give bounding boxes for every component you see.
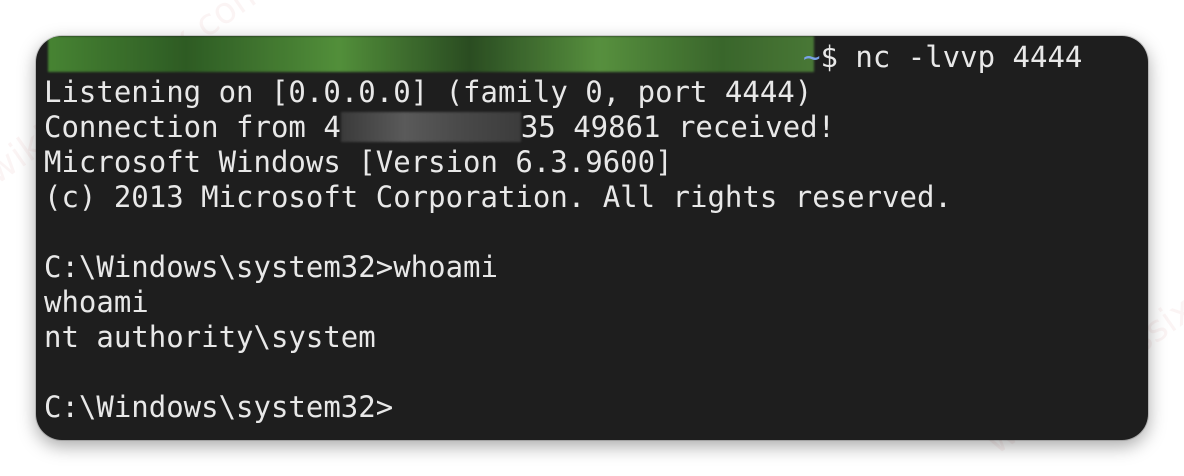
terminal-current-prompt[interactable]: C:\Windows\system32> xyxy=(44,390,393,425)
terminal-output-line: nt authority\system xyxy=(44,320,376,354)
terminal-output-line: Listening on [0.0.0.0] (family 0, port 4… xyxy=(44,75,813,109)
redacted-prompt xyxy=(48,36,814,72)
terminal-output-line: Connection from 4 35 49861 received! xyxy=(44,110,835,145)
redacted-ip xyxy=(340,112,521,142)
prompt-command: $ nc -lvvp 4444 xyxy=(820,40,1083,74)
terminal-output-line: Microsoft Windows [Version 6.3.9600] xyxy=(44,145,673,179)
terminal-prompt-line: ~$ nc -lvvp 4444 xyxy=(803,40,1082,75)
terminal-command-line: C:\Windows\system32>whoami xyxy=(44,250,498,284)
prompt-path: ~ xyxy=(803,40,821,74)
terminal-output-line: whoami xyxy=(44,285,149,319)
screenshot-stage: wiki.teamssix.com wiki.teamssix.com ~$ n… xyxy=(0,0,1184,476)
terminal-window[interactable]: ~$ nc -lvvp 4444 Listening on [0.0.0.0] … xyxy=(36,36,1148,440)
terminal-output-line: (c) 2013 Microsoft Corporation. All righ… xyxy=(44,180,952,214)
connection-text-start: Connection from 4 xyxy=(44,110,341,144)
connection-text-end: 35 49861 received! xyxy=(520,110,836,144)
